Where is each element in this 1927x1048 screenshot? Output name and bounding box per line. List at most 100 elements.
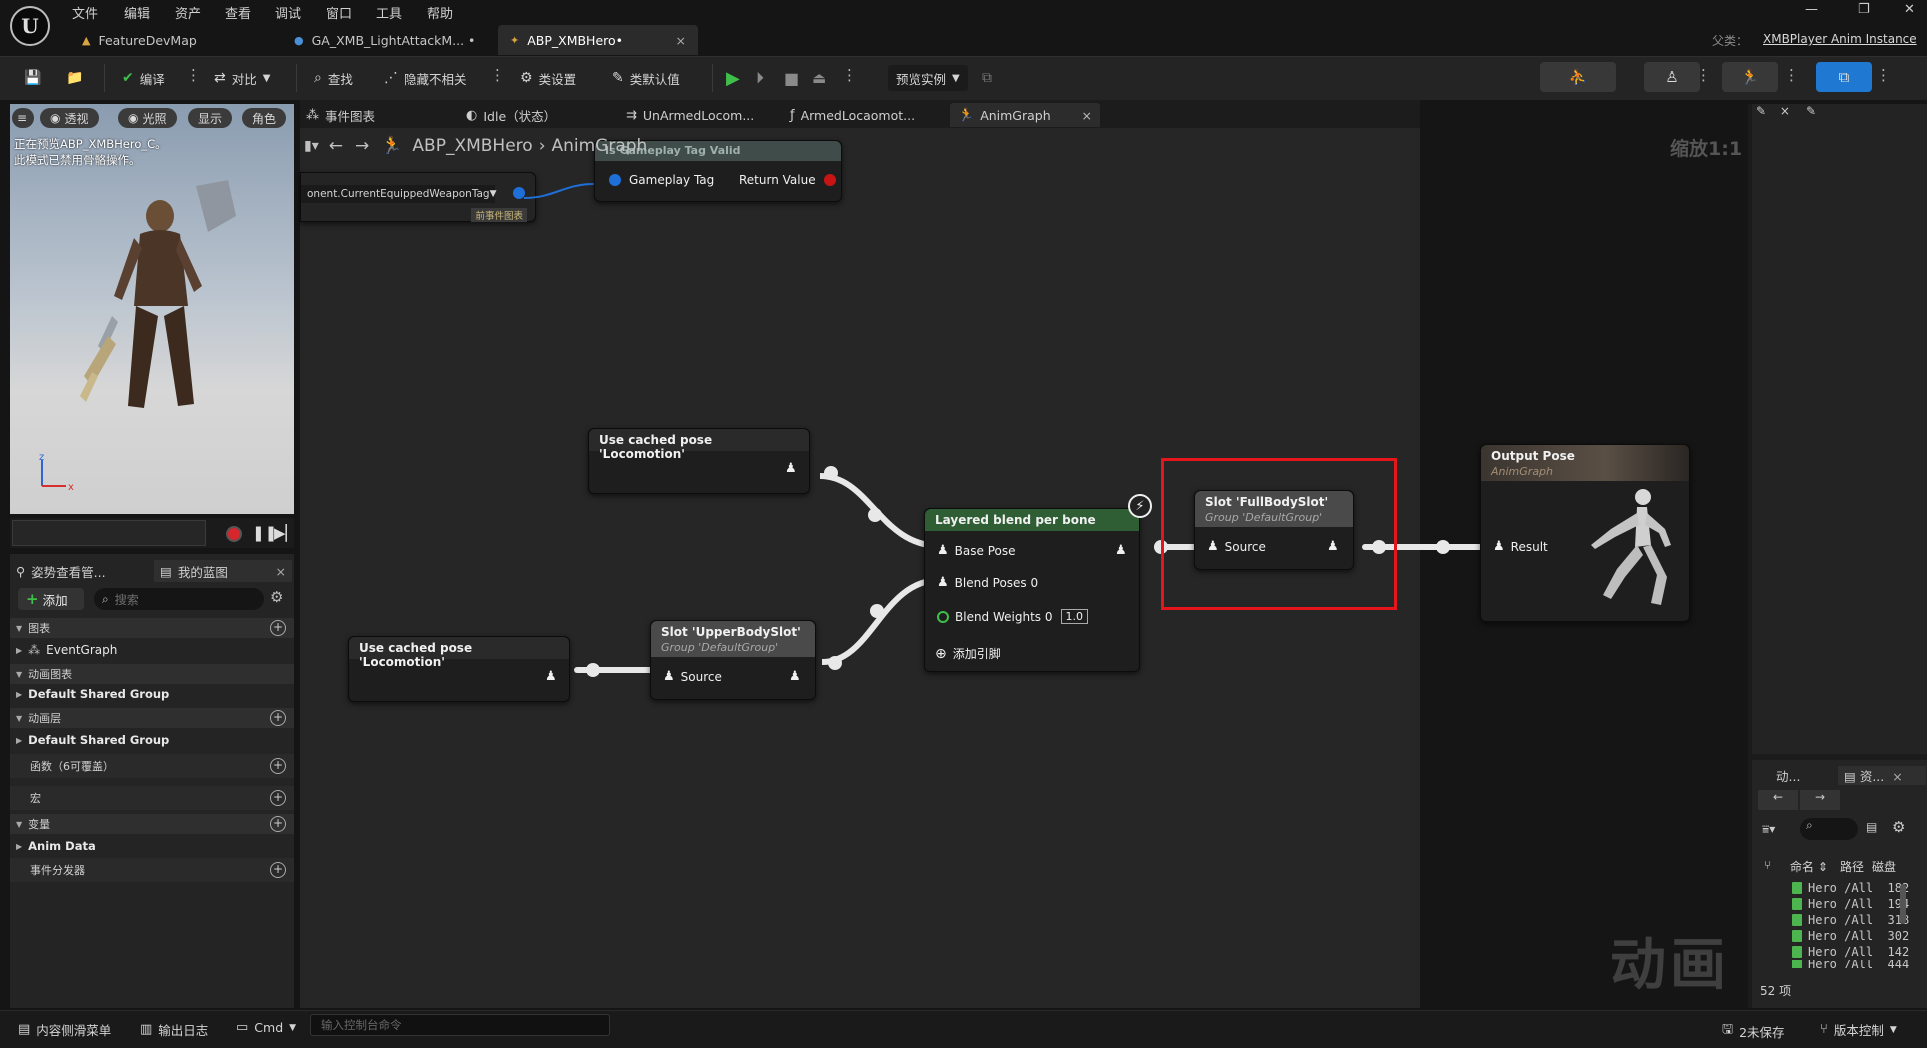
blueprint-options-icon[interactable]: ⋮: [1876, 66, 1891, 84]
record-button[interactable]: [226, 526, 242, 542]
timeline-field[interactable]: [12, 520, 206, 546]
save-icon[interactable]: 💾: [24, 66, 47, 90]
hide-unrelated-button[interactable]: ⋰ 隐藏不相关: [384, 66, 467, 90]
close-tab-icon[interactable]: ×: [1082, 108, 1092, 123]
pin-gameplay-tag[interactable]: Gameplay Tag: [609, 173, 714, 187]
tab-unarmed-locomotion[interactable]: ⇉ UnArmedLocom...: [626, 103, 754, 127]
stop-button[interactable]: ■: [784, 66, 805, 90]
menu-help[interactable]: 帮助: [427, 3, 453, 22]
back-arrow-icon[interactable]: ←: [329, 136, 343, 156]
details-tab[interactable]: ✎ ×: [1756, 104, 1790, 118]
pin-base-pose[interactable]: ♟ Base Pose: [937, 543, 1015, 558]
slot-upperbody-node[interactable]: Slot 'UpperBodySlot' Group 'DefaultGroup…: [650, 620, 816, 700]
diff-button[interactable]: ⇄ 对比 ▼: [214, 66, 270, 90]
blueprint-search-input[interactable]: ⌕ 搜索: [94, 588, 264, 610]
find-button[interactable]: ⌕ 查找: [314, 66, 353, 90]
breadcrumb-root[interactable]: ABP_XMBHero: [412, 136, 532, 156]
parent-class-link[interactable]: XMBPlayer Anim Instance: [1763, 32, 1917, 46]
class-defaults-button[interactable]: ✎ 类默认值: [612, 66, 680, 90]
reroute-dot[interactable]: [828, 656, 842, 670]
tab-ga-light-attack[interactable]: ● GA_XMB_LightAttackM... •: [282, 25, 487, 55]
asset-row[interactable]: Hero /All 182: [1792, 880, 1909, 896]
section-event-dispatchers[interactable]: 事件分发器: [10, 858, 294, 882]
show-button[interactable]: 显示: [188, 108, 233, 128]
tab-armed-locomotion[interactable]: ƒ ArmedLocaomot...: [790, 103, 915, 127]
section-variables[interactable]: ▼ 变量: [10, 814, 294, 834]
menu-edit[interactable]: 编辑: [124, 3, 150, 22]
menu-file[interactable]: 文件: [72, 3, 98, 22]
folder-icon[interactable]: ▤: [1866, 820, 1877, 834]
unreal-logo-icon[interactable]: U: [10, 6, 50, 46]
add-function-icon[interactable]: +: [270, 758, 286, 774]
reroute-dot[interactable]: [586, 663, 600, 677]
blueprint-mode-button[interactable]: ⧉: [1816, 62, 1872, 92]
pose-output-pin[interactable]: ♟: [789, 669, 807, 684]
character-button[interactable]: 角色: [242, 108, 287, 128]
restore-icon[interactable]: ❐: [1858, 2, 1870, 17]
back-arrow-icon[interactable]: ←: [1758, 790, 1798, 810]
add-graph-icon[interactable]: +: [270, 620, 286, 636]
pose-output-pin[interactable]: ♟: [1115, 543, 1133, 558]
menu-view[interactable]: 查看: [225, 3, 251, 22]
close-tab-icon[interactable]: ×: [676, 33, 686, 48]
pose-output-pin[interactable]: ♟: [785, 461, 803, 476]
forward-arrow-icon[interactable]: →: [355, 136, 369, 156]
filter-icon[interactable]: ⩸▾: [1762, 822, 1775, 837]
tab-assets[interactable]: ▤ 资... ×: [1838, 766, 1926, 785]
reroute-dot[interactable]: [824, 466, 838, 480]
forward-arrow-icon[interactable]: →: [1800, 790, 1840, 810]
add-layer-icon[interactable]: +: [270, 710, 286, 726]
mesh-mode-button[interactable]: ♙: [1644, 62, 1700, 92]
reroute-dot[interactable]: [870, 604, 884, 618]
perspective-button[interactable]: ◉ 透视: [40, 108, 99, 128]
more-options-icon[interactable]: ⋮: [490, 66, 505, 84]
tab-anim[interactable]: 动...: [1776, 766, 1800, 785]
skeleton-mode-button[interactable]: ⛹: [1540, 62, 1616, 92]
settings-gear-icon[interactable]: ⚙: [1892, 818, 1905, 836]
browse-icon[interactable]: 📁: [66, 66, 89, 90]
section-anim-graphs[interactable]: ▼ 动画图表: [10, 664, 294, 684]
add-variable-icon[interactable]: +: [270, 816, 286, 832]
tab-my-blueprint[interactable]: ▤ 我的蓝图 ×: [154, 560, 292, 582]
details-tab-2[interactable]: ✎: [1806, 104, 1816, 118]
section-functions[interactable]: 函数（6可覆盖）: [10, 754, 294, 778]
menu-tools[interactable]: 工具: [376, 3, 402, 22]
lighting-button[interactable]: ◉ 光照: [118, 108, 177, 128]
reroute-dot[interactable]: [868, 508, 882, 522]
content-drawer-button[interactable]: ▤ 内容侧滑菜单: [18, 1020, 111, 1039]
add-button[interactable]: + 添加: [18, 588, 84, 610]
cached-pose-locomotion-node[interactable]: Use cached pose 'Locomotion' ♟: [588, 428, 810, 494]
asset-row[interactable]: Hero /All 142: [1792, 944, 1909, 960]
step-forward-icon[interactable]: ▶▏: [274, 524, 297, 542]
section-anim-layers[interactable]: ▼ 动画层: [10, 708, 294, 728]
pin-source[interactable]: ♟ Source: [663, 669, 722, 684]
play-options-icon[interactable]: ⋮: [842, 66, 857, 84]
play-button[interactable]: ▶: [726, 66, 746, 90]
asset-search-input[interactable]: ⌕: [1800, 818, 1858, 840]
animation-mode-button[interactable]: 🏃: [1722, 62, 1778, 92]
column-name[interactable]: 命名 ⇕: [1790, 858, 1828, 875]
item-default-shared-group[interactable]: ▶ Default Shared Group: [10, 730, 294, 750]
tab-idle-state[interactable]: ◐ Idle（状态）: [466, 103, 556, 127]
add-pin-button[interactable]: ⊕ 添加引脚: [935, 645, 1001, 662]
close-window-icon[interactable]: ✕: [1904, 2, 1915, 17]
eject-button[interactable]: ⏏: [812, 66, 832, 90]
item-default-shared-group[interactable]: ▶ Default Shared Group: [10, 684, 294, 704]
asset-row[interactable]: Hero /All 318: [1792, 912, 1909, 928]
menu-debug[interactable]: 调试: [275, 3, 301, 22]
tab-event-graph[interactable]: ⁂ 事件图表: [306, 103, 375, 127]
minimize-icon[interactable]: —: [1805, 2, 1818, 17]
close-icon[interactable]: ×: [1892, 769, 1902, 784]
settings-gear-icon[interactable]: ⚙: [270, 588, 283, 606]
section-graphs[interactable]: ▼ 图表: [10, 618, 294, 638]
unsaved-button[interactable]: 🖫 2未保存: [1722, 1020, 1785, 1042]
cached-pose-locomotion-node[interactable]: Use cached pose 'Locomotion' ♟: [348, 636, 570, 702]
asset-row[interactable]: Hero /All 302: [1792, 928, 1909, 944]
output-log-button[interactable]: ▥ 输出日志: [140, 1020, 208, 1039]
menu-asset[interactable]: 资产: [175, 3, 201, 22]
close-icon[interactable]: ×: [1780, 104, 1790, 118]
add-macro-icon[interactable]: +: [270, 790, 286, 806]
step-button[interactable]: ⏵: [756, 66, 770, 90]
column-path[interactable]: 路径: [1840, 858, 1864, 875]
pin-blend-weights[interactable]: Blend Weights 0 1.0: [937, 609, 1088, 624]
